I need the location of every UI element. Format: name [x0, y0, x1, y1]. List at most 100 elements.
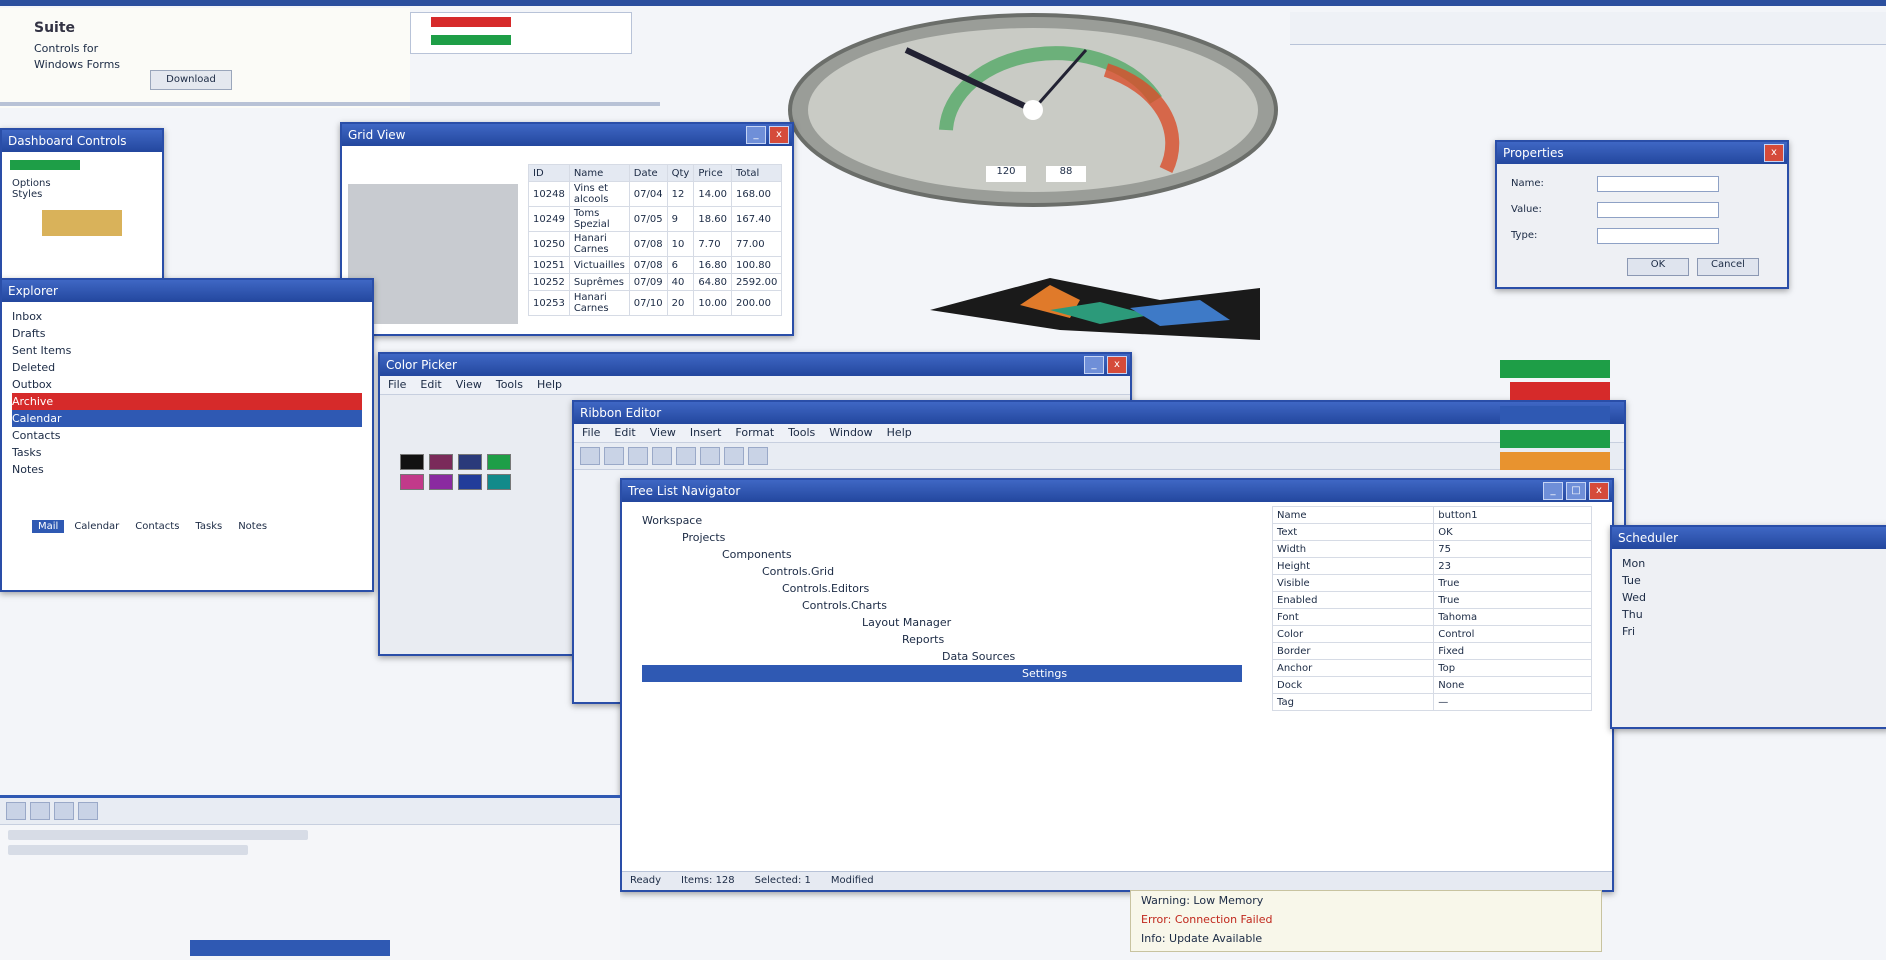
prop-value[interactable]: 23 [1433, 557, 1592, 575]
save-icon[interactable] [628, 447, 648, 465]
close-icon[interactable]: x [1589, 482, 1609, 500]
tree-node-selected[interactable]: Settings [642, 665, 1242, 682]
table-row[interactable]: 10249 Toms Spezial 07/05 9 18.60 167.40 [528, 206, 783, 232]
grid-header[interactable]: Qty [666, 164, 695, 182]
prop-value[interactable]: Fixed [1433, 642, 1592, 660]
copy-icon[interactable] [676, 447, 696, 465]
tree-node[interactable]: Controls.Editors [642, 580, 1242, 597]
close-icon[interactable]: x [769, 126, 789, 144]
prop-value[interactable]: 75 [1433, 540, 1592, 558]
prop-value[interactable]: — [1433, 693, 1592, 711]
tree-node[interactable]: Layout Manager [642, 614, 1242, 631]
menu-view[interactable]: View [456, 376, 482, 394]
open-icon[interactable] [604, 447, 624, 465]
list-item[interactable]: Calendar [12, 410, 362, 427]
prop-value[interactable]: True [1433, 591, 1592, 609]
menu-file[interactable]: File [582, 424, 600, 442]
menu-format[interactable]: Format [735, 424, 774, 442]
color-swatch[interactable] [400, 454, 424, 470]
list-item[interactable]: Thu [1622, 606, 1878, 623]
color-swatch[interactable] [487, 454, 512, 470]
list-item[interactable]: Contacts [12, 427, 362, 444]
tab-tasks[interactable]: Tasks [189, 520, 228, 533]
cut-icon[interactable] [652, 447, 672, 465]
dialog-ok-button[interactable]: OK [1627, 258, 1689, 276]
tree-node[interactable]: Reports [642, 631, 1242, 648]
tab-notes[interactable]: Notes [232, 520, 273, 533]
minimize-icon[interactable]: _ [1084, 356, 1104, 374]
menu-help[interactable]: Help [537, 376, 562, 394]
tree-node[interactable]: Controls.Charts [642, 597, 1242, 614]
prop-value[interactable]: Tahoma [1433, 608, 1592, 626]
paste-icon[interactable] [700, 447, 720, 465]
prop-value[interactable]: button1 [1433, 506, 1592, 524]
minimize-icon[interactable]: _ [746, 126, 766, 144]
table-row[interactable]: Name button1 [1271, 506, 1592, 524]
table-row[interactable]: Visible True [1271, 574, 1592, 592]
grid-header[interactable]: Price [693, 164, 732, 182]
list-item[interactable]: Fri [1622, 623, 1878, 640]
prop-value[interactable]: True [1433, 574, 1592, 592]
list-item[interactable]: Notes [12, 461, 362, 478]
table-row[interactable]: Width 75 [1271, 540, 1592, 558]
grid-header[interactable]: ID [528, 164, 570, 182]
color-swatch[interactable] [458, 474, 483, 490]
list-item[interactable]: Outbox [12, 376, 362, 393]
table-row[interactable]: Text OK [1271, 523, 1592, 541]
dialog-field-2-input[interactable] [1597, 202, 1719, 218]
menu-tools[interactable]: Tools [788, 424, 815, 442]
grid-header[interactable]: Name [568, 164, 630, 182]
color-swatch[interactable] [487, 474, 512, 490]
list-item[interactable]: Deleted [12, 359, 362, 376]
minimize-icon[interactable]: _ [1543, 482, 1563, 500]
table-row[interactable]: Color Control [1271, 625, 1592, 643]
prop-value[interactable]: Control [1433, 625, 1592, 643]
table-row[interactable]: Height 23 [1271, 557, 1592, 575]
menu-window[interactable]: Window [829, 424, 872, 442]
notification-warning[interactable]: Warning: Low Memory [1131, 891, 1601, 910]
color-swatch[interactable] [429, 454, 454, 470]
prop-value[interactable]: Top [1433, 659, 1592, 677]
close-icon[interactable]: x [1764, 144, 1784, 162]
align-icon[interactable] [78, 802, 98, 820]
menu-edit[interactable]: Edit [420, 376, 441, 394]
color-swatch[interactable] [429, 474, 454, 490]
list-item[interactable]: Inbox [12, 308, 362, 325]
dialog-cancel-button[interactable]: Cancel [1697, 258, 1759, 276]
download-button[interactable]: Download [150, 70, 232, 90]
menu-tools[interactable]: Tools [496, 376, 523, 394]
list-item[interactable]: Drafts [12, 325, 362, 342]
menu-file[interactable]: File [388, 376, 406, 394]
menu-edit[interactable]: Edit [614, 424, 635, 442]
tree-node[interactable]: Data Sources [642, 648, 1242, 665]
list-item[interactable]: Tasks [12, 444, 362, 461]
tree-node[interactable]: Projects [642, 529, 1242, 546]
redo-icon[interactable] [748, 447, 768, 465]
table-row[interactable]: 10248 Vins et alcools 07/04 12 14.00 168.00 [528, 181, 783, 207]
table-row[interactable]: 10253 Hanari Carnes 07/10 20 10.00 200.00 [528, 290, 783, 316]
tree-node[interactable]: Workspace [642, 512, 1242, 529]
table-row[interactable]: Enabled True [1271, 591, 1592, 609]
table-row[interactable]: Anchor Top [1271, 659, 1592, 677]
tab-contacts[interactable]: Contacts [129, 520, 185, 533]
close-icon[interactable]: x [1107, 356, 1127, 374]
table-row[interactable]: Border Fixed [1271, 642, 1592, 660]
new-icon[interactable] [580, 447, 600, 465]
list-item[interactable]: Mon [1622, 555, 1878, 572]
tree-node[interactable]: Components [642, 546, 1242, 563]
table-row[interactable]: 10251 Victuailles 07/08 6 16.80 100.80 [528, 256, 783, 274]
notification-error[interactable]: Error: Connection Failed [1131, 910, 1601, 929]
dialog-field-3-input[interactable] [1597, 228, 1719, 244]
table-row[interactable]: Dock None [1271, 676, 1592, 694]
tab-calendar[interactable]: Calendar [68, 520, 125, 533]
grid-header[interactable]: Total [730, 164, 783, 182]
list-item[interactable]: Tue [1622, 572, 1878, 589]
list-item-selected[interactable]: Archive [12, 393, 362, 410]
bold-icon[interactable] [6, 802, 26, 820]
selected-row[interactable] [190, 940, 390, 956]
color-swatch[interactable] [400, 474, 424, 490]
tab-mail[interactable]: Mail [32, 520, 65, 533]
table-row[interactable]: Font Tahoma [1271, 608, 1592, 626]
list-item[interactable]: Sent Items [12, 342, 362, 359]
list-item[interactable]: Wed [1622, 589, 1878, 606]
